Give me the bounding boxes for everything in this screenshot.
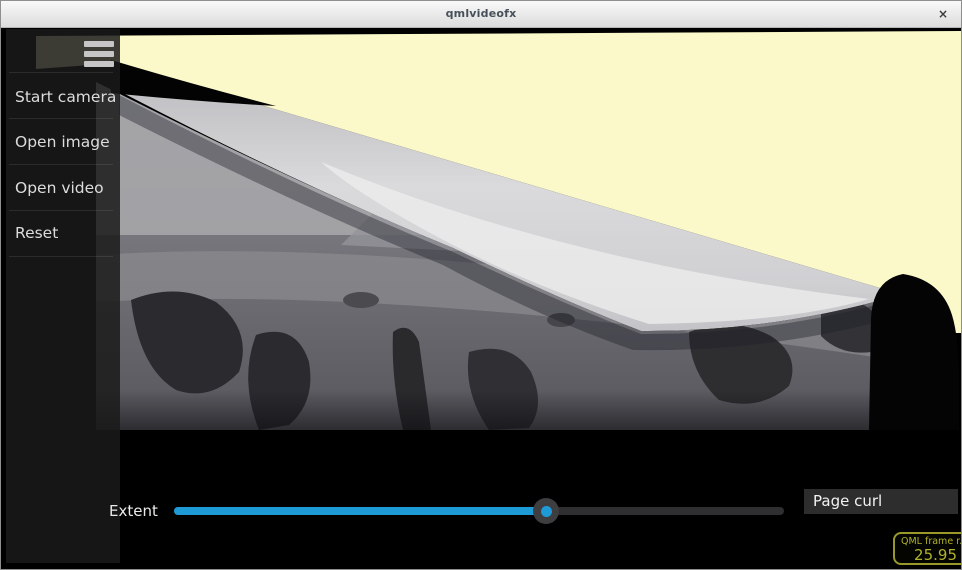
slider-track[interactable] — [174, 507, 784, 515]
app-window: Start camera Open image Open video Reset… — [0, 0, 962, 570]
extent-slider[interactable] — [174, 498, 794, 524]
window-titlebar: qmlvideofx × — [1, 1, 961, 28]
slider-handle[interactable] — [533, 498, 559, 524]
effect-selector-button[interactable]: Page curl — [804, 489, 958, 514]
sidebar-panel: Start camera Open image Open video Reset — [6, 29, 120, 563]
menu-divider — [9, 256, 113, 257]
sidebar-item-reset[interactable]: Reset — [15, 224, 118, 244]
fps-value: 25.95 — [895, 546, 962, 564]
menu-divider — [9, 164, 113, 165]
sidebar-item-open-image[interactable]: Open image — [15, 133, 118, 153]
window-close-button[interactable]: × — [935, 6, 951, 22]
extent-slider-label: Extent — [109, 502, 158, 520]
fps-display: QML frame r... 25.95 — [893, 532, 962, 565]
menu-divider — [9, 210, 113, 211]
menu-divider — [9, 118, 113, 119]
slider-handle-dot — [541, 506, 552, 517]
slider-track-fill — [174, 507, 546, 515]
sidebar-item-start-camera[interactable]: Start camera — [15, 88, 118, 108]
hamburger-menu-icon[interactable] — [84, 41, 114, 71]
sidebar-item-open-video[interactable]: Open video — [15, 179, 118, 199]
window-title: qmlvideofx — [1, 7, 961, 20]
menu-divider — [9, 72, 113, 73]
